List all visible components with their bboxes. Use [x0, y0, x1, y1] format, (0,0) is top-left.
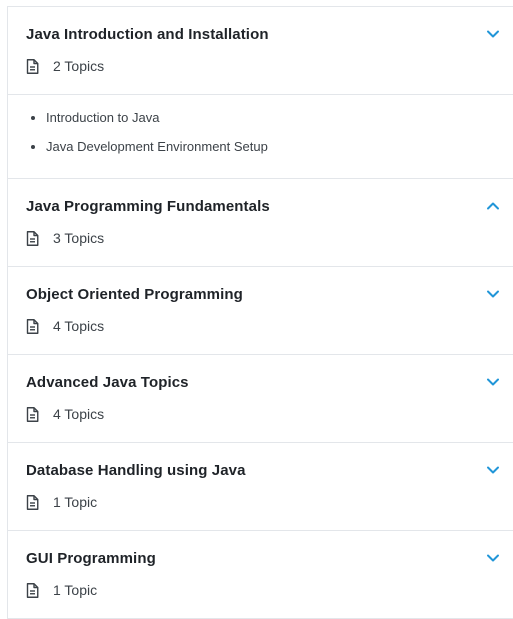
section-gui-programming: GUI Programming 1 Topic: [8, 531, 513, 619]
topic-item[interactable]: Introduction to Java: [46, 109, 496, 127]
chevron-down-icon[interactable]: [486, 463, 500, 477]
section-java-introduction: Java Introduction and Installation 2 Top…: [8, 7, 513, 179]
document-icon: [26, 494, 39, 510]
document-icon: [26, 406, 39, 422]
chevron-down-icon[interactable]: [486, 287, 500, 301]
section-meta: 1 Topic: [26, 581, 496, 599]
section-title: GUI Programming: [26, 550, 156, 567]
section-header[interactable]: Advanced Java Topics 4 Topics: [8, 355, 513, 442]
section-header[interactable]: Java Programming Fundamentals 3 Topics: [8, 179, 513, 266]
section-title: Java Programming Fundamentals: [26, 198, 270, 215]
topic-item[interactable]: Java Development Environment Setup: [46, 138, 496, 156]
section-title: Advanced Java Topics: [26, 374, 189, 391]
topic-count: 3 Topics: [53, 230, 105, 246]
document-icon: [26, 58, 39, 74]
section-meta: 3 Topics: [26, 229, 496, 247]
section-title: Java Introduction and Installation: [26, 26, 269, 43]
section-meta: 4 Topics: [26, 405, 496, 423]
topic-count: 4 Topics: [53, 318, 105, 334]
topic-count: 1 Topic: [53, 582, 98, 598]
section-header[interactable]: Object Oriented Programming 4 Topics: [8, 267, 513, 354]
section-object-oriented-programming: Object Oriented Programming 4 Topics: [8, 267, 513, 355]
section-title: Database Handling using Java: [26, 462, 246, 479]
document-icon: [26, 582, 39, 598]
section-meta: 4 Topics: [26, 317, 496, 335]
section-java-programming-fundamentals: Java Programming Fundamentals 3 Topics: [8, 179, 513, 267]
section-title: Object Oriented Programming: [26, 286, 243, 303]
section-header[interactable]: Java Introduction and Installation 2 Top…: [8, 7, 513, 94]
topic-count: 1 Topic: [53, 494, 98, 510]
section-advanced-java-topics: Advanced Java Topics 4 Topics: [8, 355, 513, 443]
course-curriculum-accordion: Java Introduction and Installation 2 Top…: [7, 6, 513, 619]
section-header[interactable]: Database Handling using Java 1 Topic: [8, 443, 513, 530]
section-database-handling: Database Handling using Java 1 Topic: [8, 443, 513, 531]
chevron-down-icon[interactable]: [486, 551, 500, 565]
section-meta: 1 Topic: [26, 493, 496, 511]
section-meta: 2 Topics: [26, 57, 496, 75]
chevron-down-icon[interactable]: [486, 27, 500, 41]
topic-count: 2 Topics: [53, 58, 105, 74]
topic-list: Introduction to Java Java Development En…: [8, 94, 513, 178]
document-icon: [26, 230, 39, 246]
chevron-up-icon[interactable]: [486, 199, 500, 213]
chevron-down-icon[interactable]: [486, 375, 500, 389]
section-header[interactable]: GUI Programming 1 Topic: [8, 531, 513, 618]
document-icon: [26, 318, 39, 334]
topic-count: 4 Topics: [53, 406, 105, 422]
